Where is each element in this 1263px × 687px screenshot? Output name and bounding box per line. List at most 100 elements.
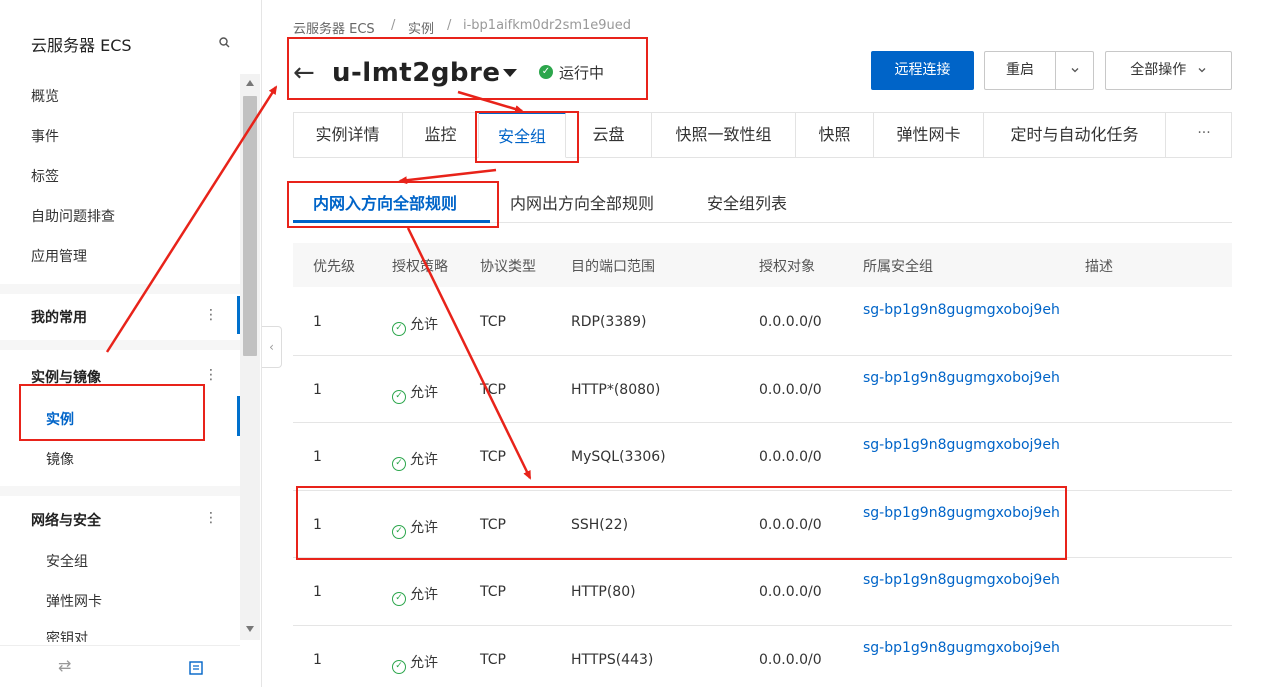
sidebar-title: 云服务器 ECS [31,36,132,55]
protocol-cell: TCP [480,381,506,398]
subtab-inbound-rules[interactable]: 内网入方向全部规则 [313,190,457,214]
protocol-cell: TCP [480,516,506,533]
chevron-down-icon[interactable] [503,69,517,77]
policy-cell: ✓ 允许 [392,382,438,404]
scroll-up-icon[interactable] [246,80,254,86]
sidebar-item-overview[interactable]: 概览 [31,86,59,106]
policy-cell: ✓ 允许 [392,517,438,539]
security-group-link[interactable]: sg-bp1g9n8gugmgxoboj9eh [863,505,1060,521]
policy-cell: ✓ 允许 [392,314,438,336]
protocol-cell: TCP [480,584,506,600]
more-icon[interactable]: ⋮ [204,368,218,382]
more-icon[interactable]: ⋮ [204,308,218,322]
port-cell: HTTPS(443) [571,651,654,668]
auth-object-cell: 0.0.0.0/0 [759,584,822,600]
tab-disks[interactable]: 云盘 [566,112,652,158]
policy-cell: ✓ 允许 [392,584,438,606]
policy-label: 允许 [410,384,438,401]
scroll-down-icon[interactable] [246,626,254,632]
collapse-sidebar-icon[interactable]: ‹ [262,326,282,368]
breadcrumb-item[interactable]: 云服务器 ECS [293,18,375,37]
tab-snapshots[interactable]: 快照 [796,112,874,158]
tab-eni[interactable]: 弹性网卡 [874,112,984,158]
breadcrumb-item[interactable]: 实例 [408,18,434,37]
column-header: 目的端口范围 [571,259,655,275]
sidebar-item-events[interactable]: 事件 [31,126,59,146]
priority-cell: 1 [313,584,322,600]
port-cell: SSH(22) [571,516,629,533]
sidebar-item-keypairs[interactable]: 密钥对 [46,628,88,642]
port-cell: HTTP(80) [571,584,636,600]
policy-label: 允许 [410,317,438,333]
sidebar-scrollbar-thumb[interactable] [243,96,257,356]
auth-object-cell: 0.0.0.0/0 [759,516,822,533]
remote-connect-button[interactable]: 远程连接 [871,51,974,90]
security-group-link[interactable]: sg-bp1g9n8gugmgxoboj9eh [863,572,1060,588]
arrow-tab-to-subtab [398,168,497,185]
check-circle-icon: ✓ [392,659,406,674]
more-icon[interactable]: ⋮ [204,511,218,525]
breadcrumb-separator: / [391,18,396,33]
column-header: 描述 [1085,259,1113,275]
all-operations-button[interactable]: 全部操作 [1105,51,1232,90]
sidebar-item-troubleshoot[interactable]: 自助问题排查 [31,206,115,226]
restart-dropdown-button[interactable] [1055,51,1094,90]
restart-button[interactable]: 重启 [984,51,1056,90]
more-tabs-icon[interactable]: ··· [1176,112,1232,158]
column-header: 授权对象 [759,259,815,275]
auth-object-cell: 0.0.0.0/0 [759,314,822,330]
sidebar-item-tags[interactable]: 标签 [31,166,59,186]
priority-cell: 1 [313,516,322,533]
tab-scheduled-tasks[interactable]: 定时与自动化任务 [984,112,1166,158]
subtab-outbound-rules[interactable]: 内网出方向全部规则 [510,190,654,214]
row-divider [293,422,1232,423]
tab-monitoring[interactable]: 监控 [403,112,479,158]
row-divider [293,624,1232,626]
list-icon[interactable] [189,661,203,675]
sidebar-item-eni[interactable]: 弹性网卡 [46,591,102,611]
check-circle-icon: ✓ [392,457,406,471]
protocol-cell: TCP [480,449,506,465]
sidebar-item-app-management[interactable]: 应用管理 [31,246,87,266]
security-group-link[interactable]: sg-bp1g9n8gugmgxoboj9eh [863,370,1060,386]
breadcrumb-current: i-bp1aifkm0dr2sm1e9ued [463,18,632,33]
priority-cell: 1 [313,381,322,398]
sidebar-item-security-groups[interactable]: 安全组 [46,551,88,571]
swap-icon[interactable]: ⇄ [58,656,71,675]
status-badge: 运行中 [559,64,605,82]
chevron-down-icon [1071,68,1078,73]
breadcrumb-separator: / [447,18,452,33]
back-arrow-icon[interactable]: ← [293,60,315,86]
running-status-icon: ✓ [539,65,553,79]
sidebar-item-images[interactable]: 镜像 [46,449,74,469]
sidebar-footer: ⇄ [0,645,240,687]
sidebar-group-network-security[interactable]: 网络与安全 [31,510,101,530]
sidebar-item-instances[interactable]: 实例 [46,409,74,429]
chevron-down-icon [1198,68,1206,73]
security-group-link[interactable]: sg-bp1g9n8gugmgxoboj9eh [863,302,1060,318]
security-group-link[interactable]: sg-bp1g9n8gugmgxoboj9eh [863,640,1060,656]
column-header: 协议类型 [480,259,536,275]
port-cell: RDP(3389) [571,314,647,330]
subtab-security-group-list[interactable]: 安全组列表 [707,190,787,214]
search-icon[interactable] [218,36,232,50]
protocol-cell: TCP [480,314,506,330]
page-title: u-lmt2gbre [332,58,501,88]
sidebar-divider [0,486,240,496]
auth-object-cell: 0.0.0.0/0 [759,381,822,398]
policy-cell: ✓ 允许 [392,449,438,471]
tab-instance-details[interactable]: 实例详情 [293,112,403,158]
tab-snapshot-consistency[interactable]: 快照一致性组 [652,112,796,158]
security-group-link[interactable]: sg-bp1g9n8gugmgxoboj9eh [863,437,1060,453]
column-header: 优先级 [313,259,355,275]
auth-object-cell: 0.0.0.0/0 [759,449,822,465]
check-circle-icon: ✓ [392,322,406,336]
tab-security-group[interactable]: 安全组 [479,112,566,158]
protocol-cell: TCP [480,651,506,668]
policy-label: 允许 [410,587,438,603]
sidebar-group-instances-images[interactable]: 实例与镜像 [31,367,101,387]
policy-cell: ✓ 允许 [392,652,438,674]
check-circle-icon: ✓ [392,524,406,539]
policy-label: 允许 [410,452,438,468]
sidebar-group-favorites[interactable]: 我的常用 [31,307,87,327]
